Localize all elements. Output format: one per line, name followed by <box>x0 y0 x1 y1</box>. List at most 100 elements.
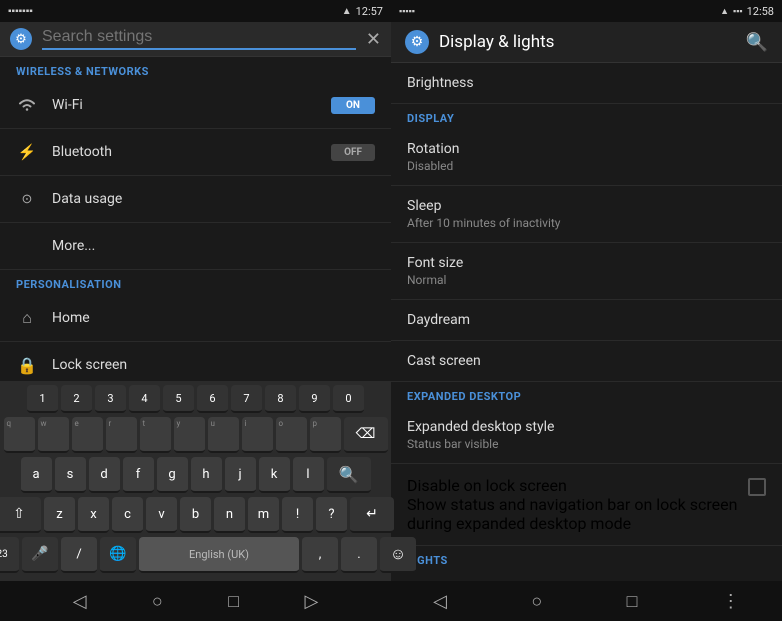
daydream-item[interactable]: Daydream <box>391 300 782 341</box>
nav-home-right[interactable]: ○ <box>531 591 542 612</box>
more-item[interactable]: More... <box>0 223 391 270</box>
close-search-button[interactable]: ✕ <box>366 29 381 50</box>
disable-on-lock-screen-item[interactable]: Disable on lock screen Show status and n… <box>391 464 782 546</box>
status-bar-left: ▪▪▪▪▪▪▪ ▲ 12:57 <box>0 0 391 22</box>
nav-recent-left[interactable]: □ <box>228 591 239 612</box>
key-1[interactable]: 1 <box>27 385 58 413</box>
key-l[interactable]: l <box>293 457 324 493</box>
key-2[interactable]: 2 <box>61 385 92 413</box>
key-o[interactable]: o <box>276 417 307 453</box>
key-search[interactable]: 🔍 <box>327 457 371 493</box>
key-m[interactable]: m <box>248 497 279 533</box>
key-c[interactable]: c <box>112 497 143 533</box>
home-item[interactable]: ⌂ Home <box>0 295 391 342</box>
bluetooth-toggle[interactable]: OFF <box>331 144 375 161</box>
notification-light-item[interactable]: Notification light Enabled <box>391 571 782 581</box>
data-usage-item[interactable]: ⊙ Data usage <box>0 176 391 223</box>
keyboard: 1 2 3 4 5 6 7 8 9 0 q w e r t y u i o p … <box>0 381 391 581</box>
keyboard-row-zxcv: ⇧ z x c v b n m ! ? ↵ <box>2 497 389 533</box>
key-g[interactable]: g <box>157 457 188 493</box>
key-4[interactable]: 4 <box>129 385 160 413</box>
nav-more-right[interactable]: ⋮ <box>722 591 740 612</box>
expanded-desktop-style-title: Expanded desktop style <box>407 419 766 435</box>
section-wireless: WIRELESS & NETWORKS <box>0 57 391 82</box>
key-0[interactable]: 0 <box>333 385 364 413</box>
key-j[interactable]: j <box>225 457 256 493</box>
key-enter[interactable]: ↵ <box>350 497 394 533</box>
key-q[interactable]: q <box>4 417 35 453</box>
key-z[interactable]: z <box>44 497 75 533</box>
key-exclaim[interactable]: ! <box>282 497 313 533</box>
key-emoji[interactable]: ☺ <box>380 537 416 573</box>
key-t[interactable]: t <box>140 417 171 453</box>
bluetooth-icon: ⚡ <box>16 141 38 163</box>
time-left: 12:57 <box>356 5 383 18</box>
key-n[interactable]: n <box>214 497 245 533</box>
key-r[interactable]: r <box>106 417 137 453</box>
lock-screen-item[interactable]: 🔒 Lock screen <box>0 342 391 381</box>
key-delete[interactable]: ⌫ <box>344 417 388 453</box>
rotation-subtitle: Disabled <box>407 159 766 173</box>
key-3[interactable]: 3 <box>95 385 126 413</box>
rotation-item[interactable]: Rotation Disabled <box>391 129 782 186</box>
nav-home-left[interactable]: ○ <box>152 591 163 612</box>
key-8[interactable]: 8 <box>265 385 296 413</box>
nav-recent-right[interactable]: □ <box>627 591 638 612</box>
lock-icon: 🔒 <box>16 354 38 376</box>
key-b[interactable]: b <box>180 497 211 533</box>
section-display: DISPLAY <box>391 104 782 129</box>
key-k[interactable]: k <box>259 457 290 493</box>
key-period[interactable]: . <box>341 537 377 573</box>
key-6[interactable]: 6 <box>197 385 228 413</box>
wifi-toggle[interactable]: ON <box>331 97 375 114</box>
key-v[interactable]: v <box>146 497 177 533</box>
status-right-left: ▲ 12:57 <box>342 5 383 18</box>
sleep-item[interactable]: Sleep After 10 minutes of inactivity <box>391 186 782 243</box>
brightness-item[interactable]: Brightness <box>391 63 782 104</box>
nav-forward-left[interactable]: ▷ <box>304 591 318 612</box>
key-slash[interactable]: / <box>61 537 97 573</box>
key-globe[interactable]: 🌐 <box>100 537 136 573</box>
key-p[interactable]: p <box>310 417 341 453</box>
key-w[interactable]: w <box>38 417 69 453</box>
key-comma[interactable]: , <box>302 537 338 573</box>
key-h[interactable]: h <box>191 457 222 493</box>
wifi-item[interactable]: Wi-Fi ON <box>0 82 391 129</box>
expanded-desktop-style-item[interactable]: Expanded desktop style Status bar visibl… <box>391 407 782 464</box>
keyboard-row-qwerty: q w e r t y u i o p ⌫ <box>2 417 389 453</box>
key-5[interactable]: 5 <box>163 385 194 413</box>
search-input[interactable] <box>42 28 356 50</box>
cast-screen-title: Cast screen <box>407 353 766 369</box>
nav-back-left[interactable]: ◁ <box>73 591 87 612</box>
key-f[interactable]: f <box>123 457 154 493</box>
key-a[interactable]: a <box>21 457 52 493</box>
key-7[interactable]: 7 <box>231 385 262 413</box>
key-shift[interactable]: ⇧ <box>0 497 41 533</box>
key-y[interactable]: y <box>174 417 205 453</box>
key-space[interactable]: English (UK) <box>139 537 299 573</box>
key-9[interactable]: 9 <box>299 385 330 413</box>
font-size-item[interactable]: Font size Normal <box>391 243 782 300</box>
sleep-title: Sleep <box>407 198 766 214</box>
nav-back-right[interactable]: ◁ <box>433 591 447 612</box>
key-x[interactable]: x <box>78 497 109 533</box>
bluetooth-item[interactable]: ⚡ Bluetooth OFF <box>0 129 391 176</box>
key-d[interactable]: d <box>89 457 120 493</box>
battery-icon: ▪▪▪ <box>733 6 743 17</box>
cast-screen-item[interactable]: Cast screen <box>391 341 782 382</box>
key-question[interactable]: ? <box>316 497 347 533</box>
key-i[interactable]: i <box>242 417 273 453</box>
wifi-label: Wi-Fi <box>52 97 317 113</box>
disable-on-lock-screen-checkbox[interactable] <box>748 478 766 496</box>
key-num123[interactable]: ?123 <box>0 537 19 573</box>
key-s[interactable]: s <box>55 457 86 493</box>
lock-screen-label: Lock screen <box>52 357 375 373</box>
font-size-subtitle: Normal <box>407 273 766 287</box>
wifi-signal-right-icon: ▲ <box>720 6 729 17</box>
disable-on-lock-screen-subtitle: Show status and navigation bar on lock s… <box>407 495 738 533</box>
key-e[interactable]: e <box>72 417 103 453</box>
key-mic[interactable]: 🎤 <box>22 537 58 573</box>
key-u[interactable]: u <box>208 417 239 453</box>
header-search-icon[interactable]: 🔍 <box>746 32 768 53</box>
nav-bar-right: ◁ ○ □ ⋮ <box>391 581 782 621</box>
